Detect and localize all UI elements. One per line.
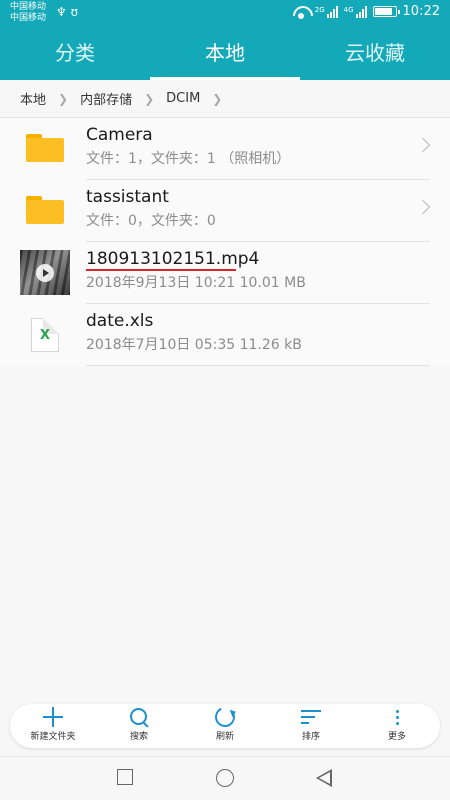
highlight-underline [86,269,236,271]
tool-label: 排序 [301,732,320,742]
network-type-2: 4G [343,5,354,14]
breadcrumb: 本地 ❯ 内部存储 ❯ DCIM ❯ [0,80,450,118]
more-icon [395,709,399,725]
tool-label: 刷新 [215,732,234,742]
search-button[interactable]: 搜索 [96,704,182,748]
excel-file-icon: X [31,318,59,352]
excel-letter: X [40,328,51,343]
back-button[interactable] [315,769,333,787]
list-item-xls[interactable]: X date.xls 2018年7月10日 05:35 11.26 kB [0,304,450,366]
wifi-icon [293,6,309,19]
system-nav-bar [0,756,450,800]
file-details: 文件：0，文件夹：0 [86,213,216,229]
search-icon [129,707,149,727]
carrier-line-2: 中国移动 [10,13,47,23]
tool-label: 更多 [387,732,406,742]
refresh-button[interactable]: 刷新 [182,704,268,748]
refresh-icon [212,704,238,730]
file-details: 2018年7月10日 05:35 11.26 kB [86,337,302,353]
plus-icon [43,707,63,727]
file-name: tassistant [86,187,169,207]
status-time: 10:22 [402,4,440,19]
battery-icon [372,6,400,17]
carrier-info: 中国移动 中国移动 [10,2,46,24]
breadcrumb-internal-storage[interactable]: 内部存储 [80,89,132,108]
list-item-video[interactable]: 180913102151.mp4 2018年9月13日 10:21 10.01 … [0,242,450,304]
file-name: Camera [86,125,153,145]
folder-icon [26,196,64,224]
notification-icons: ♆ ʊ [56,5,78,19]
app-header: 中国移动 中国移动 ♆ ʊ 2G 4G 10:22 分类 本地 云收藏 [0,0,450,80]
sort-icon [301,710,321,724]
more-button[interactable]: 更多 [354,704,440,748]
signal-icon-sim2: 4G [343,5,367,18]
sort-button[interactable]: 排序 [268,704,354,748]
list-item-camera[interactable]: Camera 文件：1，文件夹：1 （照相机） [0,118,450,180]
carrier-line-1: 中国移动 [10,2,47,12]
top-tabs: 分类 本地 云收藏 [0,30,450,80]
divider [86,365,430,366]
chevron-right-icon [415,199,431,215]
breadcrumb-dcim[interactable]: DCIM [166,91,200,106]
list-item-tassistant[interactable]: tassistant 文件：0，文件夹：0 [0,180,450,242]
tab-local[interactable]: 本地 [150,30,300,80]
file-list: Camera 文件：1，文件夹：1 （照相机） tassistant 文件：0，… [0,118,450,366]
signal-icon-sim1: 2G [314,5,338,18]
tab-cloud-favorites[interactable]: 云收藏 [300,30,450,80]
play-icon [36,264,54,282]
status-bar: 中国移动 中国移动 ♆ ʊ 2G 4G 10:22 [0,0,450,28]
file-name: date.xls [86,311,154,331]
chevron-right-icon: ❯ [58,91,69,106]
tab-category[interactable]: 分类 [0,30,150,80]
tool-label: 搜索 [129,732,148,742]
status-right: 2G 4G 10:22 [293,4,440,19]
home-button[interactable] [216,769,234,787]
bottom-toolbar: 新建文件夹 搜索 刷新 排序 更多 [10,704,440,748]
tool-label: 新建文件夹 [30,732,76,742]
new-folder-button[interactable]: 新建文件夹 [10,704,96,748]
chevron-right-icon: ❯ [212,91,223,106]
recents-button[interactable] [117,769,133,785]
breadcrumb-local[interactable]: 本地 [20,89,46,108]
file-name: 180913102151.mp4 [86,249,260,269]
chevron-right-icon [415,137,431,153]
video-thumbnail [20,250,70,295]
chevron-right-icon: ❯ [144,91,155,106]
file-details: 2018年9月13日 10:21 10.01 MB [86,275,306,291]
network-type-1: 2G [314,5,325,14]
file-details: 文件：1，文件夹：1 （照相机） [86,151,291,167]
folder-icon [26,134,64,162]
